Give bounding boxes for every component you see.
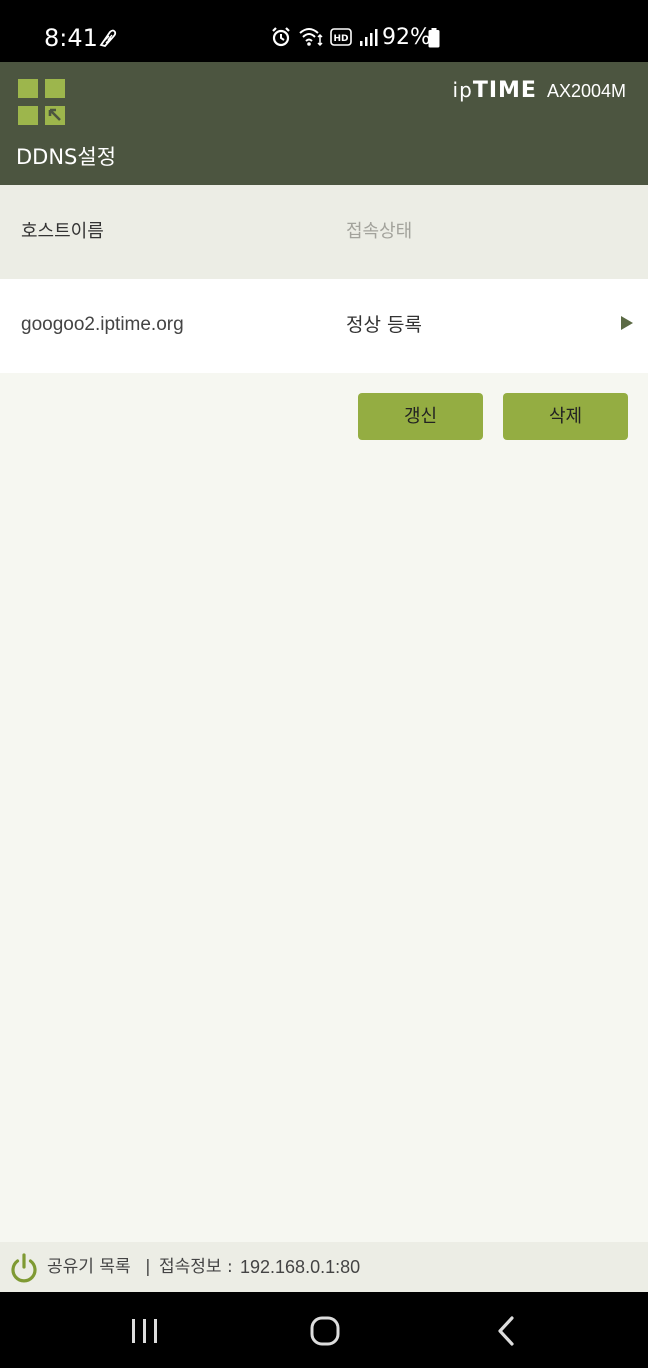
svg-text:HD: HD — [333, 34, 348, 44]
back-icon[interactable] — [486, 1314, 526, 1348]
play-arrow-icon[interactable] — [620, 315, 634, 331]
hostname-cell: googoo2.iptime.org — [21, 314, 184, 335]
column-header-hostname: 호스트이름 — [21, 221, 104, 242]
runner-icon — [96, 26, 120, 50]
table-row[interactable]: googoo2.iptime.org 정상 등록 — [0, 279, 648, 373]
wifi-icon — [298, 26, 324, 52]
connection-info-value: 192.168.0.1:80 — [240, 1257, 361, 1277]
connection-info-label: 접속정보 : — [159, 1257, 233, 1277]
status-icons: HD — [270, 26, 378, 52]
table-header: 호스트이름 접속상태 — [0, 185, 648, 279]
brand-ip: ip — [452, 78, 473, 102]
power-icon[interactable] — [9, 1252, 39, 1284]
status-time: 8:41 — [44, 24, 98, 52]
brand-time: TIME — [472, 78, 537, 103]
router-list-link[interactable]: 공유기 목록 — [47, 1253, 131, 1281]
signal-icon — [358, 27, 378, 51]
battery-icon — [428, 28, 440, 48]
footer: 공유기 목록 | 접속정보 : 192.168.0.1:80 — [0, 1242, 648, 1292]
column-header-status: 접속상태 — [346, 221, 413, 242]
hd-icon: HD — [330, 28, 352, 50]
brand-logo: ip TIME AX2004M — [453, 78, 626, 108]
model-name: AX2004M — [546, 81, 626, 101]
app-header: ip TIME AX2004M DDNS설정 — [0, 62, 648, 185]
status-cell: 정상 등록 — [346, 314, 422, 336]
recent-apps-icon[interactable] — [124, 1314, 164, 1348]
page-title: DDNS설정 — [16, 145, 117, 169]
status-bar: 8:41 HD 92% — [0, 0, 648, 62]
footer-separator: | — [145, 1257, 151, 1277]
home-icon[interactable] — [305, 1314, 345, 1348]
grid-menu-icon[interactable] — [18, 79, 65, 125]
battery-percent: 92% — [382, 25, 431, 50]
delete-button[interactable]: 삭제 — [503, 393, 628, 440]
system-nav-bar — [0, 1292, 648, 1368]
alarm-icon — [270, 26, 292, 52]
refresh-button[interactable]: 갱신 — [358, 393, 483, 440]
